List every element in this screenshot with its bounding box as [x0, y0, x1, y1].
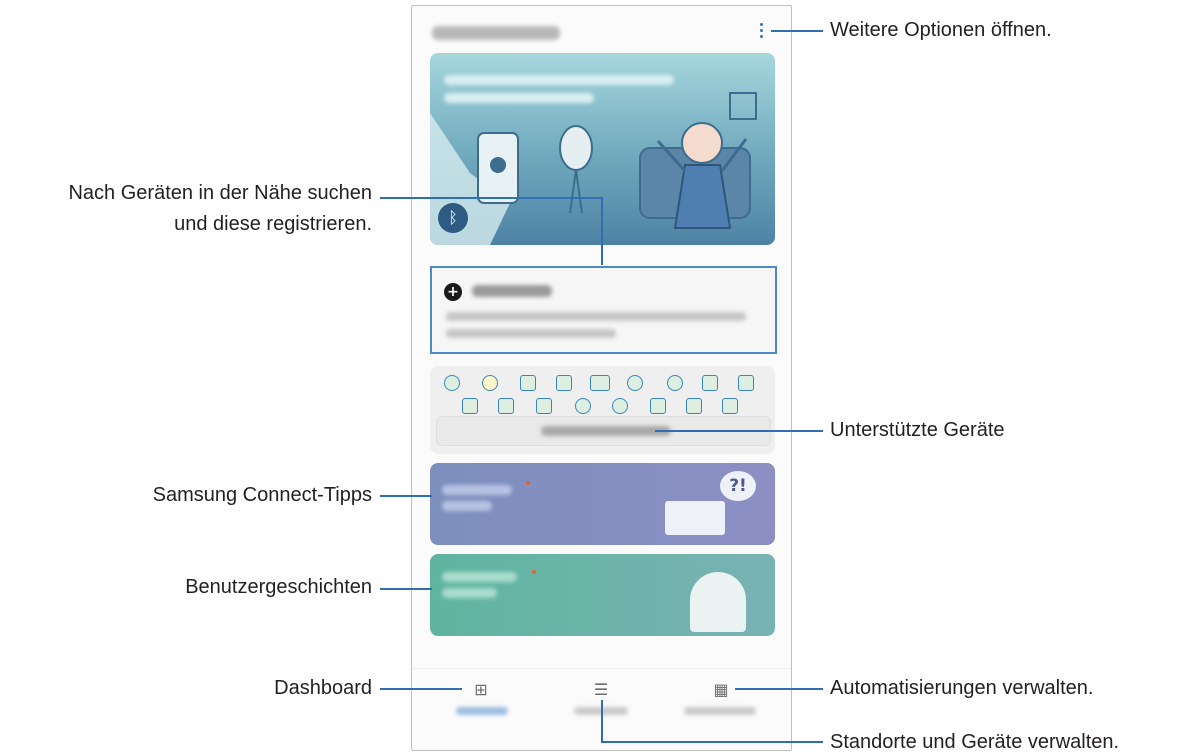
- book-icon: [665, 501, 725, 535]
- callout-scan-line2: und diese registrieren.: [174, 213, 372, 235]
- callout-line-locations-vertical: [601, 700, 603, 742]
- add-device-card[interactable]: +: [430, 266, 777, 354]
- supported-devices-card: [430, 366, 775, 454]
- more-options-icon[interactable]: [757, 23, 765, 43]
- dashboard-tab-label-blurred[interactable]: [456, 707, 508, 715]
- callout-line-locations: [601, 741, 823, 743]
- callout-line-stories: [380, 588, 432, 590]
- callout-scan-line1: Nach Geräten in der Nähe suchen: [68, 182, 372, 204]
- plus-circle-icon[interactable]: +: [444, 283, 462, 301]
- tips-text-blurred: [442, 501, 492, 511]
- plug-icon: [738, 375, 754, 391]
- callout-line-scan-vertical: [601, 197, 603, 265]
- automation-tab-label-blurred[interactable]: [684, 707, 756, 715]
- question-bubble-icon: ?!: [720, 471, 756, 501]
- tablet-icon: [686, 398, 702, 414]
- add-device-text-blurred: [446, 312, 746, 321]
- headphones-icon: [627, 375, 643, 391]
- callout-line-tips: [380, 495, 432, 497]
- oven-icon: [498, 398, 514, 414]
- callout-line-scan: [380, 197, 602, 199]
- app-title-blurred: [432, 26, 560, 40]
- automation-icon[interactable]: ▦: [710, 679, 732, 701]
- callout-automations: Automatisierungen verwalten.: [830, 677, 1094, 699]
- stories-text-blurred: [442, 572, 517, 582]
- device-list-icon[interactable]: ☰: [590, 679, 612, 701]
- callout-dashboard: Dashboard: [274, 677, 372, 699]
- tips-dot: [526, 481, 530, 485]
- speaker-icon: [444, 375, 460, 391]
- bluetooth-icon: ᛒ: [438, 203, 468, 233]
- stories-text-blurred: [442, 588, 497, 598]
- stories-card[interactable]: [430, 554, 775, 636]
- router-icon: [650, 398, 666, 414]
- tv-icon: [590, 375, 610, 391]
- camera-icon: [520, 375, 536, 391]
- camera-lens-icon: [575, 398, 591, 414]
- dashboard-icon[interactable]: ⊞: [470, 679, 492, 701]
- stories-dot: [532, 570, 536, 574]
- robot-icon: [667, 375, 683, 391]
- callout-locations: Standorte und Geräte verwalten.: [830, 731, 1120, 753]
- washer-icon: [462, 398, 478, 414]
- tips-card[interactable]: ?!: [430, 463, 775, 545]
- callout-more-options: Weitere Optionen öffnen.: [830, 19, 1052, 41]
- callout-line-supported: [655, 430, 823, 432]
- callout-stories: Benutzergeschichten: [185, 576, 372, 598]
- printer-icon: [536, 398, 552, 414]
- add-device-title-blurred: [472, 285, 552, 297]
- callout-tips: Samsung Connect-Tipps: [152, 484, 372, 506]
- bulb-icon: [482, 375, 498, 391]
- callout-line-dashboard: [380, 688, 462, 690]
- person-illustration: [690, 572, 746, 632]
- callout-supported-devices: Unterstützte Geräte: [830, 419, 1005, 441]
- callout-line-automation: [735, 688, 823, 690]
- sensor-icon: [556, 375, 572, 391]
- callout-line-more: [771, 30, 823, 32]
- tips-text-blurred: [442, 485, 512, 495]
- watch-icon: [612, 398, 628, 414]
- phone-screen: ᛒ + ?! ⊞ ☰ ▦: [411, 5, 792, 751]
- hub-icon: [702, 375, 718, 391]
- fridge-icon: [722, 398, 738, 414]
- add-device-text-blurred: [446, 329, 616, 338]
